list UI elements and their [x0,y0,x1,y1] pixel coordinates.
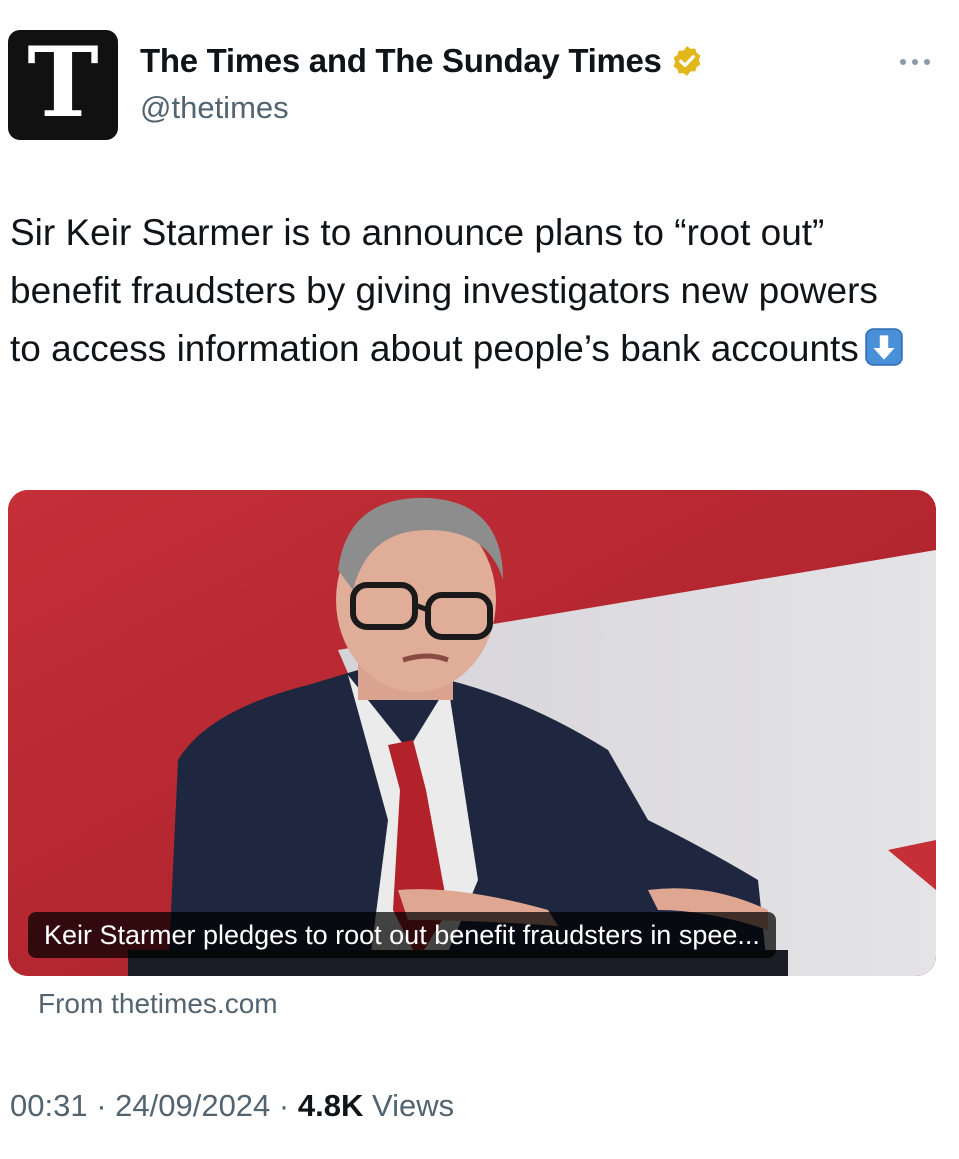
link-card-caption[interactable]: Keir Starmer pledges to root out benefit… [28,912,776,958]
post-date[interactable]: 24/09/2024 [115,1088,270,1123]
link-card-image[interactable]: Keir Starmer pledges to root out benefit… [8,490,936,976]
tweet-body: Sir Keir Starmer is to announce plans to… [10,212,878,369]
meta-separator: · [87,1088,116,1123]
down-arrow-emoji-icon [865,328,903,366]
meta-separator: · [270,1088,298,1123]
tweet-meta: 00:31 · 24/09/2024 · 4.8K Views [10,1088,454,1124]
tweet-text: Sir Keir Starmer is to announce plans to… [10,204,910,378]
author-display-name[interactable]: The Times and The Sunday Times [140,42,662,80]
tweet-card: T The Times and The Sunday Times @thetim… [0,0,959,1159]
article-photo [8,490,936,976]
author-handle[interactable]: @thetimes [140,90,289,126]
post-time[interactable]: 00:31 [10,1088,88,1123]
author-name-row: The Times and The Sunday Times [140,42,704,80]
views-count[interactable]: 4.8K [298,1088,363,1123]
more-options-icon[interactable] [895,54,935,70]
link-source[interactable]: From thetimes.com [38,988,278,1020]
views-label: Views [363,1088,455,1123]
gold-verified-badge-icon [673,46,700,76]
avatar[interactable]: T [8,30,118,140]
avatar-letter: T [27,26,99,139]
